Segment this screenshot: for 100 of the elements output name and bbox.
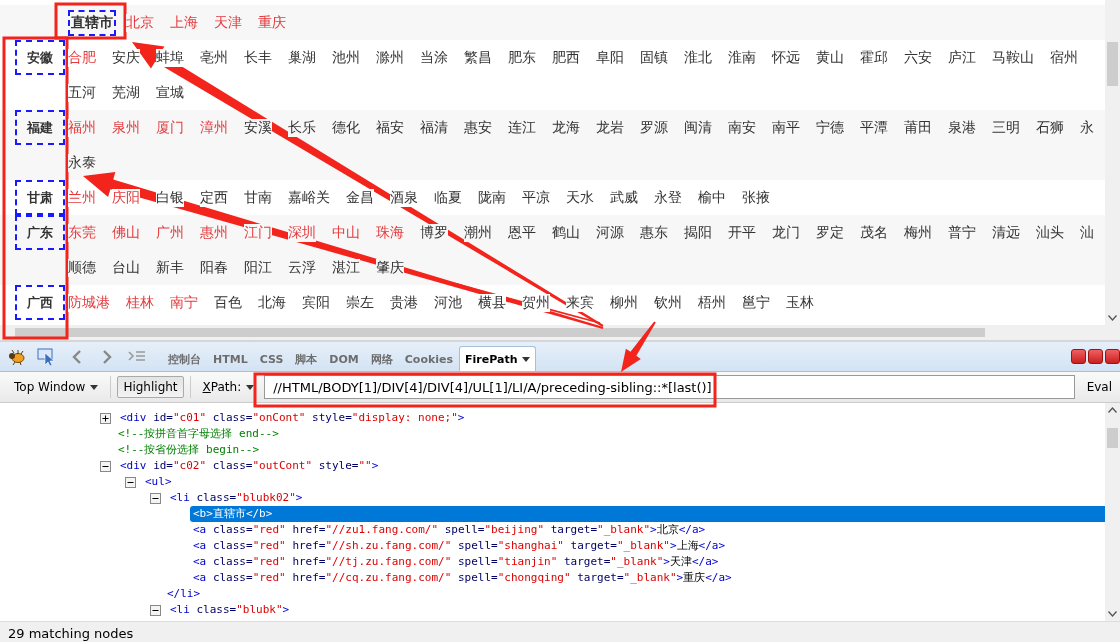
code-line[interactable]: <li class="blubk02"> <box>167 490 1105 506</box>
city-link[interactable]: 平潭 <box>860 118 888 137</box>
city-link[interactable]: 池州 <box>332 48 360 67</box>
city-link[interactable]: 河池 <box>434 293 462 312</box>
code-line[interactable]: <a class="red" href="//cq.zu.fang.com/" spell="chongqing" target="_blank">重庆</a> <box>190 570 1105 586</box>
city-link[interactable]: 合肥 <box>68 48 96 67</box>
city-link[interactable]: 深圳 <box>288 223 316 242</box>
city-link[interactable]: 临夏 <box>434 188 462 207</box>
eval-button[interactable]: Eval <box>1080 376 1118 398</box>
collapse-icon[interactable] <box>125 476 136 488</box>
bug-icon[interactable] <box>6 347 28 367</box>
city-link[interactable]: 龙门 <box>772 223 800 242</box>
city-link[interactable]: 南宁 <box>170 293 198 312</box>
city-link[interactable]: 柳州 <box>610 293 638 312</box>
city-link[interactable]: 淮南 <box>728 48 756 67</box>
city-link[interactable]: 汕 <box>1080 223 1094 242</box>
panel-tab[interactable]: FirePath <box>459 346 537 371</box>
city-link[interactable]: 武威 <box>610 188 638 207</box>
city-link[interactable]: 霍邱 <box>860 48 888 67</box>
scroll-down-icon[interactable] <box>1108 315 1117 321</box>
city-link[interactable]: 天津 <box>214 13 242 32</box>
city-link[interactable]: 玉林 <box>786 293 814 312</box>
city-link[interactable]: 甘南 <box>244 188 272 207</box>
panel-tab[interactable]: DOM <box>323 347 365 371</box>
city-link[interactable]: 五河 <box>68 83 96 102</box>
city-link[interactable]: 茂名 <box>860 223 888 242</box>
city-link[interactable]: 平凉 <box>522 188 550 207</box>
panel-tab[interactable]: Cookies <box>398 347 460 371</box>
code-line[interactable]: <a class="red" href="//tj.zu.fang.com/" spell="tianjin" target="_blank">天津</a> <box>190 554 1105 570</box>
city-link[interactable]: 闽清 <box>684 118 712 137</box>
city-link[interactable]: 龙岩 <box>596 118 624 137</box>
city-link[interactable]: 恩平 <box>508 223 536 242</box>
city-link[interactable]: 泉州 <box>112 118 140 137</box>
city-link[interactable]: 巢湖 <box>288 48 316 67</box>
city-link[interactable]: 石狮 <box>1036 118 1064 137</box>
city-link[interactable]: 永登 <box>654 188 682 207</box>
city-link[interactable]: 贵港 <box>390 293 418 312</box>
city-link[interactable]: 上海 <box>170 13 198 32</box>
city-link[interactable]: 揭阳 <box>684 223 712 242</box>
restore-button[interactable] <box>1088 349 1103 364</box>
scrollbar-thumb[interactable] <box>1107 42 1118 86</box>
code-line[interactable]: <li class="blubk"> <box>167 602 1105 618</box>
scroll-up-icon[interactable] <box>1108 407 1117 413</box>
city-link[interactable]: 惠州 <box>200 223 228 242</box>
city-link[interactable]: 阜阳 <box>596 48 624 67</box>
horizontal-scrollbar[interactable] <box>0 325 1105 340</box>
city-link[interactable]: 宣城 <box>156 83 184 102</box>
city-link[interactable]: 珠海 <box>376 223 404 242</box>
city-link[interactable]: 重庆 <box>258 13 286 32</box>
city-link[interactable]: 贺州 <box>522 293 550 312</box>
city-link[interactable]: 怀远 <box>772 48 800 67</box>
city-link[interactable]: 惠东 <box>640 223 668 242</box>
city-link[interactable]: 蚌埠 <box>156 48 184 67</box>
panel-tab[interactable]: 网络 <box>364 347 399 371</box>
city-link[interactable]: 惠安 <box>464 118 492 137</box>
city-link[interactable]: 德化 <box>332 118 360 137</box>
city-link[interactable]: 安庆 <box>112 48 140 67</box>
scrollbar-thumb[interactable] <box>15 328 985 337</box>
city-link[interactable]: 淮北 <box>684 48 712 67</box>
city-link[interactable]: 固镇 <box>640 48 668 67</box>
city-link[interactable]: 天水 <box>566 188 594 207</box>
city-link[interactable]: 榆中 <box>698 188 726 207</box>
city-link[interactable]: 台山 <box>112 258 140 277</box>
city-link[interactable]: 清远 <box>992 223 1020 242</box>
city-link[interactable]: 肥西 <box>552 48 580 67</box>
panel-tab[interactable]: HTML <box>207 347 254 371</box>
city-link[interactable]: 芜湖 <box>112 83 140 102</box>
city-link[interactable]: 湛江 <box>332 258 360 277</box>
city-link[interactable]: 开平 <box>728 223 756 242</box>
city-link[interactable]: 汕头 <box>1036 223 1064 242</box>
city-link[interactable]: 安溪 <box>244 118 272 137</box>
city-link[interactable]: 宁德 <box>816 118 844 137</box>
code-line[interactable]: <div id="c02" class="outCont" style=""> <box>117 458 1105 474</box>
vertical-scrollbar[interactable] <box>1105 0 1120 325</box>
scrollbar-thumb[interactable] <box>1107 428 1118 448</box>
collapse-icon[interactable] <box>100 460 111 472</box>
city-link[interactable]: 北海 <box>258 293 286 312</box>
city-link[interactable]: 河源 <box>596 223 624 242</box>
city-link[interactable]: 鹤山 <box>552 223 580 242</box>
city-link[interactable]: 中山 <box>332 223 360 242</box>
city-link[interactable]: 东莞 <box>68 223 96 242</box>
code-line[interactable]: <!--按省份选择 begin--> <box>115 442 1105 458</box>
city-link[interactable]: 南安 <box>728 118 756 137</box>
city-link[interactable]: 泉港 <box>948 118 976 137</box>
city-link[interactable]: 防城港 <box>68 293 110 312</box>
city-link[interactable]: 嘉峪关 <box>288 188 330 207</box>
city-link[interactable]: 阳江 <box>244 258 272 277</box>
city-link[interactable]: 福安 <box>376 118 404 137</box>
city-link[interactable]: 宾阳 <box>302 293 330 312</box>
city-link[interactable]: 崇左 <box>346 293 374 312</box>
city-link[interactable]: 江门 <box>244 223 272 242</box>
city-link[interactable]: 肥东 <box>508 48 536 67</box>
city-link[interactable]: 佛山 <box>112 223 140 242</box>
city-link[interactable]: 金昌 <box>346 188 374 207</box>
city-link[interactable]: 来宾 <box>566 293 594 312</box>
city-link[interactable]: 三明 <box>992 118 1020 137</box>
city-link[interactable]: 连江 <box>508 118 536 137</box>
mode-dropdown[interactable]: XPath: <box>196 376 261 398</box>
xpath-field[interactable]: //HTML/BODY[1]/DIV[4]/DIV[4]/UL[1]/LI/A/preceding-sibling::*[last()] <box>264 375 1075 399</box>
city-link[interactable]: 亳州 <box>200 48 228 67</box>
